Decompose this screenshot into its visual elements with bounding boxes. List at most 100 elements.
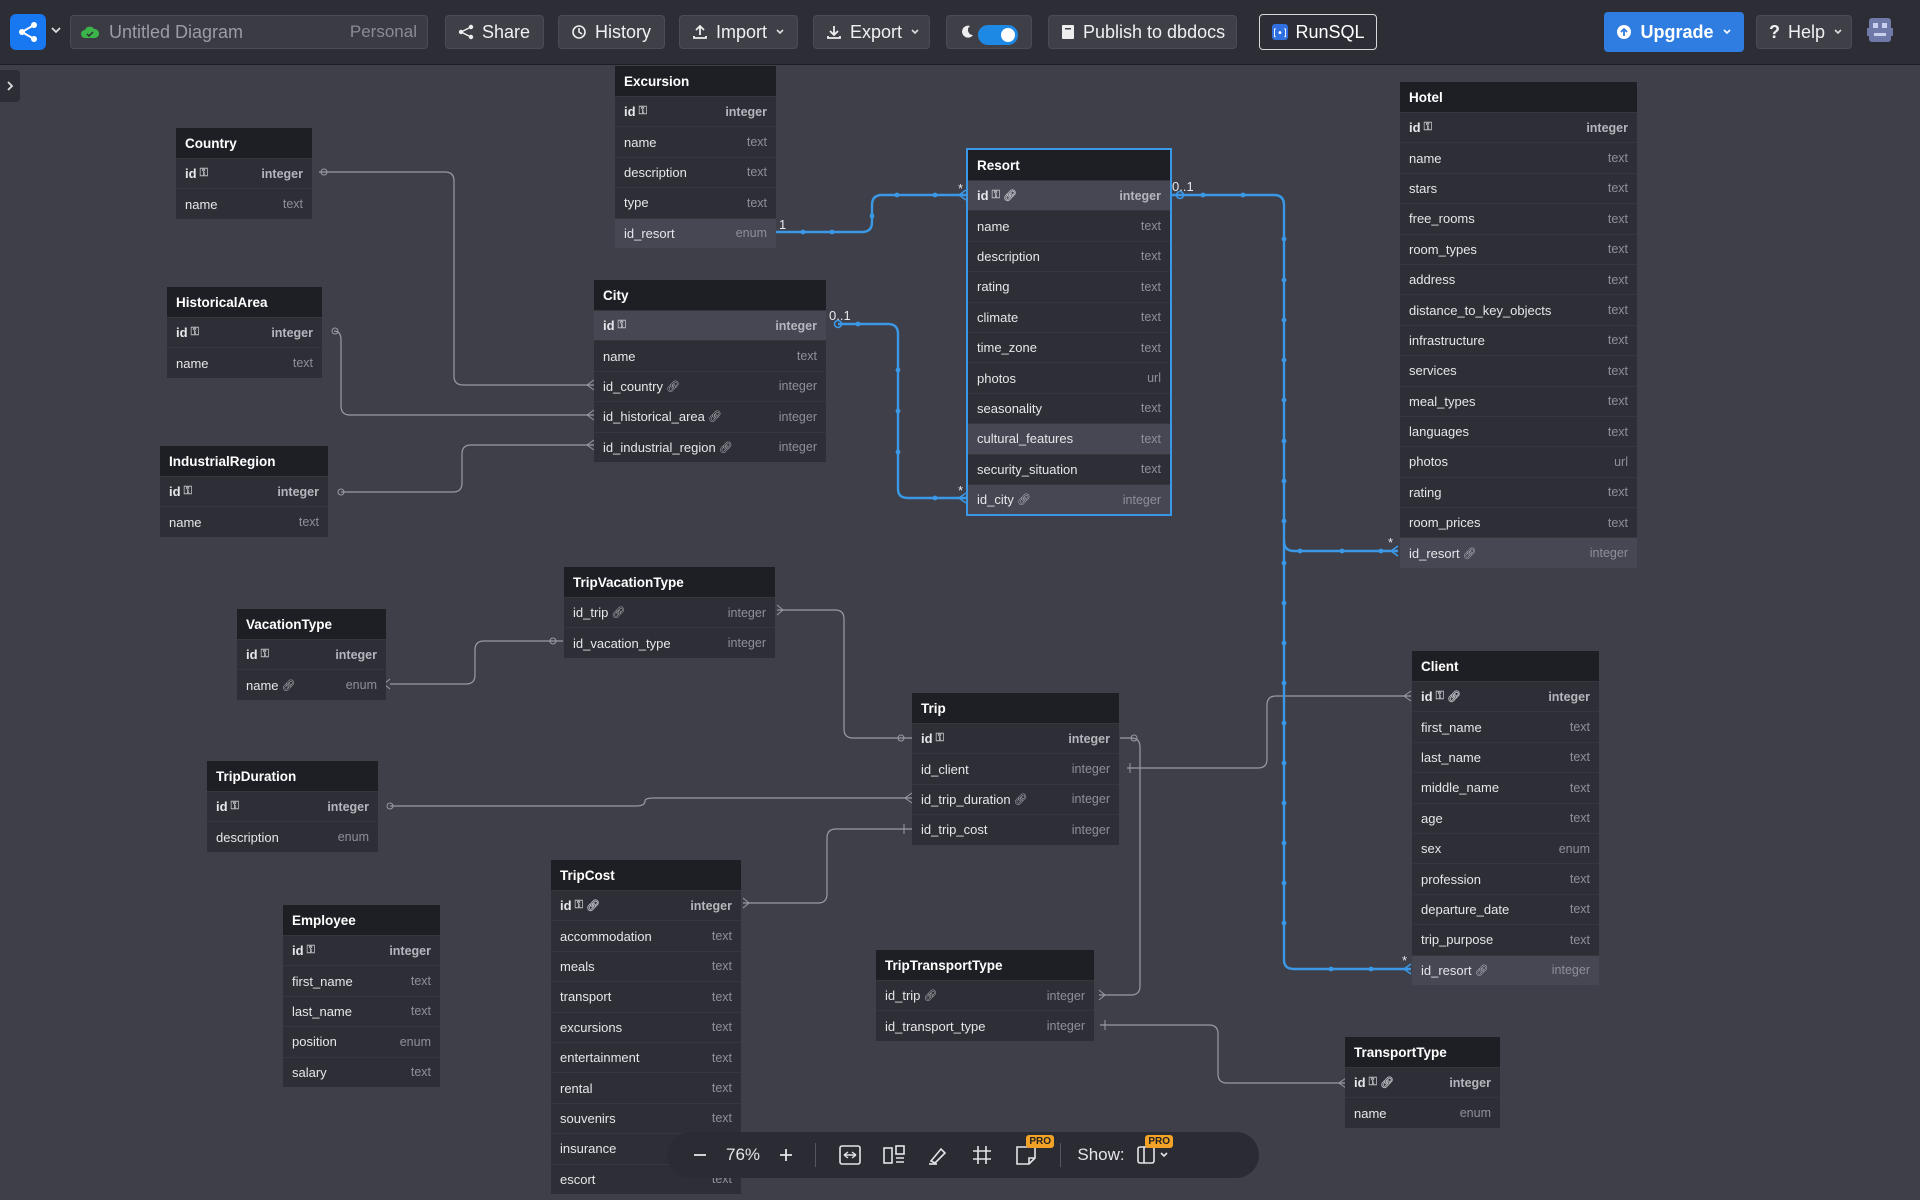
table-row[interactable]: id_city 🔗︎ integer (968, 483, 1170, 515)
table-row[interactable]: description enum (207, 821, 378, 851)
table-triptransporttype[interactable]: TripTransportType id_trip 🔗︎ integer id_tran… (876, 950, 1094, 1041)
table-row[interactable]: id ⚿ integer (176, 158, 312, 188)
user-avatar[interactable] (1866, 16, 1894, 46)
fit-view-button[interactable] (828, 1132, 872, 1178)
import-button[interactable]: Import (679, 15, 798, 49)
table-row[interactable]: id ⚿ integer (912, 723, 1119, 753)
table-employee[interactable]: Employee id ⚿ integer first_name text last_nam… (283, 905, 440, 1087)
table-country[interactable]: Country id ⚿ integer name text (176, 128, 312, 219)
table-row[interactable]: transport text (551, 981, 741, 1011)
table-transporttype[interactable]: TransportType id ⚿ 🔗︎ integer name enum (1345, 1037, 1500, 1128)
dark-mode-switch[interactable] (978, 25, 1018, 45)
table-row[interactable]: id_trip_duration 🔗︎ integer (912, 783, 1119, 814)
table-row[interactable]: seasonality text (968, 392, 1170, 423)
table-city[interactable]: City id ⚿ integer name text id_country 🔗︎ intege… (594, 280, 826, 462)
table-header[interactable]: TransportType (1345, 1037, 1500, 1067)
share-button[interactable]: Share (445, 15, 544, 49)
auto-layout-button[interactable] (872, 1132, 916, 1178)
table-row[interactable]: distance_to_key_objects text (1400, 294, 1637, 324)
table-row[interactable]: photos url (1400, 446, 1637, 476)
table-header[interactable]: Resort (968, 150, 1170, 180)
table-row[interactable]: name text (160, 506, 328, 536)
table-row[interactable]: id ⚿ 🔗︎ integer (551, 890, 741, 920)
table-tripvacationtype[interactable]: TripVacationType id_trip 🔗︎ integer id_vacat… (564, 567, 775, 658)
table-historicalarea[interactable]: HistoricalArea id ⚿ integer name text (167, 287, 322, 378)
table-row[interactable]: rating text (1400, 476, 1637, 507)
table-row[interactable]: free_rooms text (1400, 203, 1637, 233)
table-header[interactable]: TripDuration (207, 761, 378, 791)
table-row[interactable]: id ⚿ integer (615, 96, 776, 126)
table-row[interactable]: name text (1400, 142, 1637, 172)
table-row[interactable]: id ⚿ integer (283, 935, 440, 965)
table-header[interactable]: Country (176, 128, 312, 158)
table-header[interactable]: TripVacationType (564, 567, 775, 597)
table-row[interactable]: first_name text (1412, 711, 1599, 741)
table-row[interactable]: id_vacation_type integer (564, 627, 775, 657)
show-options-dropdown[interactable]: PRO (1129, 1132, 1177, 1178)
table-row[interactable]: services text (1400, 355, 1637, 385)
zoom-out-button[interactable] (683, 1132, 717, 1178)
table-row[interactable]: photos url (968, 362, 1170, 392)
table-hotel[interactable]: Hotel id ⚿ integer name text stars text free_roo… (1400, 82, 1637, 568)
table-row[interactable]: id_transport_type integer (876, 1010, 1094, 1040)
table-row[interactable]: middle_name text (1412, 772, 1599, 802)
table-row[interactable]: infrastructure text (1400, 324, 1637, 355)
table-resort[interactable]: Resort id ⚿ 🔗︎ integer name text description tex… (966, 147, 1172, 517)
table-row[interactable]: last_name text (283, 995, 440, 1026)
diagram-title-field[interactable]: Untitled Diagram Personal (70, 15, 428, 49)
table-row[interactable]: profession text (1412, 863, 1599, 893)
table-industrialregion[interactable]: IndustrialRegion id ⚿ integer name text (160, 446, 328, 537)
table-header[interactable]: Client (1412, 651, 1599, 681)
table-row[interactable]: address text (1400, 263, 1637, 294)
upgrade-button[interactable]: Upgrade (1604, 12, 1744, 52)
table-row[interactable]: id ⚿ integer (207, 791, 378, 821)
table-row[interactable]: rental text (551, 1072, 741, 1102)
table-row[interactable]: id ⚿ integer (237, 639, 386, 669)
table-row[interactable]: age text (1412, 802, 1599, 833)
table-header[interactable]: VacationType (237, 609, 386, 639)
table-row[interactable]: name text (615, 126, 776, 156)
table-row[interactable]: id ⚿ integer (594, 310, 826, 341)
zoom-in-button[interactable] (769, 1132, 803, 1178)
table-row[interactable]: security_situation text (968, 453, 1170, 484)
history-button[interactable]: History (558, 15, 665, 49)
table-row[interactable]: id_trip 🔗︎ integer (876, 980, 1094, 1010)
table-row[interactable]: meals text (551, 950, 741, 981)
table-header[interactable]: TripTransportType (876, 950, 1094, 980)
help-button[interactable]: ? Help (1756, 15, 1852, 49)
table-row[interactable]: room_types text (1400, 233, 1637, 264)
sidebar-expand-button[interactable] (0, 70, 20, 102)
table-row[interactable]: excursions text (551, 1011, 741, 1042)
table-row[interactable]: meal_types text (1400, 385, 1637, 416)
export-button[interactable]: Export (813, 15, 930, 49)
table-row[interactable]: id_resort 🔗︎ integer (1400, 537, 1637, 568)
table-row[interactable]: name text (594, 340, 826, 370)
table-row[interactable]: position enum (283, 1026, 440, 1056)
table-row[interactable]: salary text (283, 1056, 440, 1087)
table-row[interactable]: languages text (1400, 415, 1637, 446)
table-row[interactable]: first_name text (283, 965, 440, 995)
table-excursion[interactable]: Excursion id ⚿ integer name text description te… (615, 66, 776, 248)
table-row[interactable]: name text (167, 347, 322, 377)
table-tripduration[interactable]: TripDuration id ⚿ integer description enum (207, 761, 378, 852)
table-row[interactable]: last_name text (1412, 741, 1599, 772)
table-row[interactable]: name text (176, 188, 312, 218)
table-row[interactable]: id_country 🔗︎ integer (594, 370, 826, 401)
zoom-level[interactable]: 76% (717, 1132, 769, 1178)
publish-dbdocs-button[interactable]: Publish to dbdocs (1048, 15, 1237, 49)
table-row[interactable]: accommodation text (551, 920, 741, 950)
table-row[interactable]: climate text (968, 301, 1170, 332)
highlight-button[interactable] (916, 1132, 960, 1178)
grid-button[interactable] (960, 1132, 1004, 1178)
table-header[interactable]: HistoricalArea (167, 287, 322, 317)
table-row[interactable]: description text (968, 240, 1170, 271)
table-header[interactable]: Hotel (1400, 82, 1637, 112)
table-row[interactable]: description text (615, 156, 776, 187)
runsql-button[interactable]: [•] RunSQL (1259, 14, 1377, 50)
table-row[interactable]: id_resort 🔗︎ integer (1412, 954, 1599, 985)
table-row[interactable]: type text (615, 187, 776, 217)
table-row[interactable]: id ⚿ 🔗︎ integer (968, 180, 1170, 211)
table-row[interactable]: cultural_features text (968, 423, 1170, 454)
table-row[interactable]: time_zone text (968, 331, 1170, 362)
table-row[interactable]: id_trip 🔗︎ integer (564, 597, 775, 627)
